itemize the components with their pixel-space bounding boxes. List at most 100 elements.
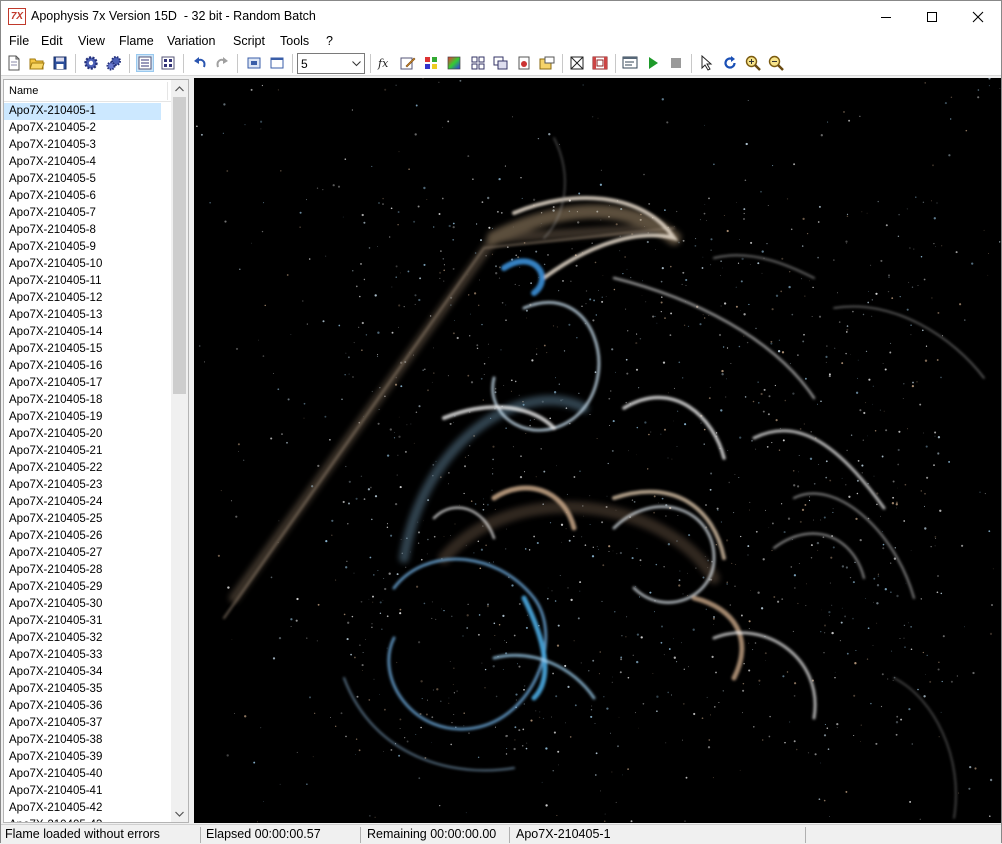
preview-window-button[interactable] xyxy=(268,54,286,72)
menu-file[interactable]: File xyxy=(9,34,29,48)
adjust-button[interactable] xyxy=(422,54,440,72)
list-scrollbar[interactable] xyxy=(171,80,188,822)
variations-button[interactable]: fx xyxy=(376,54,394,72)
flame-list-item[interactable]: Apo7X-210405-15 xyxy=(4,341,161,358)
flame-list-item[interactable]: Apo7X-210405-14 xyxy=(4,324,161,341)
select-tool-button[interactable] xyxy=(698,54,716,72)
scroll-up-button[interactable] xyxy=(171,80,188,97)
flame-list-item[interactable]: Apo7X-210405-12 xyxy=(4,290,161,307)
thumbnail-view-button[interactable] xyxy=(159,54,177,72)
open-button[interactable] xyxy=(28,54,46,72)
flame-list-item[interactable]: Apo7X-210405-38 xyxy=(4,732,161,749)
flame-list-item[interactable]: Apo7X-210405-24 xyxy=(4,494,161,511)
zoom-in-tool-button[interactable] xyxy=(744,54,762,72)
menu-bar: File Edit View Flame Variation Script To… xyxy=(1,32,1001,51)
gears-icon xyxy=(106,56,121,71)
chevron-down-icon xyxy=(175,811,184,817)
copy-flames-button[interactable] xyxy=(492,54,510,72)
mutate-button[interactable] xyxy=(469,54,487,72)
flame-list-item[interactable]: Apo7X-210405-19 xyxy=(4,409,161,426)
menu-edit[interactable]: Edit xyxy=(41,34,63,48)
transparency-button[interactable] xyxy=(568,54,586,72)
status-elapsed: Elapsed 00:00:00.57 xyxy=(206,827,321,841)
flame-list-item[interactable]: Apo7X-210405-25 xyxy=(4,511,161,528)
flame-list-item[interactable]: Apo7X-210405-35 xyxy=(4,681,161,698)
fullscreen-icon xyxy=(247,57,261,69)
menu-flame[interactable]: Flame xyxy=(119,34,154,48)
flame-list-item[interactable]: Apo7X-210405-39 xyxy=(4,749,161,766)
title-bar[interactable]: 7X Apophysis 7x Version 15D - 32 bit - R… xyxy=(1,1,1001,32)
film-button[interactable] xyxy=(591,54,609,72)
flame-list-item[interactable]: Apo7X-210405-20 xyxy=(4,426,161,443)
flame-list-item[interactable]: Apo7X-210405-23 xyxy=(4,477,161,494)
flame-list-item[interactable]: Apo7X-210405-31 xyxy=(4,613,161,630)
film-icon xyxy=(592,56,608,70)
flame-list-item[interactable]: Apo7X-210405-26 xyxy=(4,528,161,545)
flame-list-item[interactable]: Apo7X-210405-17 xyxy=(4,375,161,392)
batch-render-button[interactable] xyxy=(105,54,123,72)
redo-button[interactable] xyxy=(213,54,231,72)
editor-button[interactable] xyxy=(399,54,417,72)
flame-list-item[interactable]: Apo7X-210405-6 xyxy=(4,188,161,205)
flame-list-item[interactable]: Apo7X-210405-1 xyxy=(4,103,161,120)
script-editor-button[interactable] xyxy=(621,54,639,72)
flame-list-item[interactable]: Apo7X-210405-10 xyxy=(4,256,161,273)
new-button[interactable] xyxy=(5,54,23,72)
zoom-out-tool-button[interactable] xyxy=(767,54,785,72)
flame-list-item[interactable]: Apo7X-210405-30 xyxy=(4,596,161,613)
menu-variation[interactable]: Variation xyxy=(167,34,215,48)
menu-view[interactable]: View xyxy=(78,34,105,48)
flame-list-item[interactable]: Apo7X-210405-22 xyxy=(4,460,161,477)
flame-list-item[interactable]: Apo7X-210405-32 xyxy=(4,630,161,647)
quality-combo-value: 5 xyxy=(301,57,308,71)
fullscreen-button[interactable] xyxy=(245,54,263,72)
quality-combo[interactable]: 5 xyxy=(297,53,365,74)
flame-preview-canvas[interactable] xyxy=(194,78,1001,823)
pointer-icon xyxy=(701,55,713,71)
flame-list-item[interactable]: Apo7X-210405-18 xyxy=(4,392,161,409)
render-settings-button[interactable] xyxy=(82,54,100,72)
flame-list-item[interactable]: Apo7X-210405-42 xyxy=(4,800,161,817)
flame-list-item[interactable]: Apo7X-210405-33 xyxy=(4,647,161,664)
flame-list-item[interactable]: Apo7X-210405-21 xyxy=(4,443,161,460)
undo-button[interactable] xyxy=(191,54,209,72)
flame-list-item[interactable]: Apo7X-210405-40 xyxy=(4,766,161,783)
flame-list-item[interactable]: Apo7X-210405-3 xyxy=(4,137,161,154)
app-logo-icon[interactable]: 7X xyxy=(8,8,26,25)
gradient-button[interactable] xyxy=(445,54,463,72)
save-button[interactable] xyxy=(51,54,69,72)
flame-list-item[interactable]: Apo7X-210405-4 xyxy=(4,154,161,171)
flame-list-item[interactable]: Apo7X-210405-5 xyxy=(4,171,161,188)
flame-list-item[interactable]: Apo7X-210405-29 xyxy=(4,579,161,596)
menu-help[interactable]: ? xyxy=(326,34,333,48)
scroll-down-button[interactable] xyxy=(171,805,188,822)
flame-list-item[interactable]: Apo7X-210405-37 xyxy=(4,715,161,732)
list-view-button[interactable] xyxy=(136,54,154,72)
flame-list-item[interactable]: Apo7X-210405-11 xyxy=(4,273,161,290)
flame-list-item[interactable]: Apo7X-210405-41 xyxy=(4,783,161,800)
flame-list-item[interactable]: Apo7X-210405-27 xyxy=(4,545,161,562)
close-button[interactable] xyxy=(955,1,1001,32)
flame-list-item[interactable]: Apo7X-210405-43 xyxy=(4,817,161,822)
flame-list-item[interactable]: Apo7X-210405-2 xyxy=(4,120,161,137)
flame-list-item[interactable]: Apo7X-210405-7 xyxy=(4,205,161,222)
flame-list-item[interactable]: Apo7X-210405-8 xyxy=(4,222,161,239)
options-button[interactable] xyxy=(538,54,556,72)
menu-script[interactable]: Script xyxy=(233,34,265,48)
render-to-disk-button[interactable] xyxy=(515,54,533,72)
menu-tools[interactable]: Tools xyxy=(280,34,309,48)
flame-list-item[interactable]: Apo7X-210405-16 xyxy=(4,358,161,375)
copy-flames-icon xyxy=(493,56,508,70)
minimize-button[interactable] xyxy=(863,1,909,32)
run-script-button[interactable] xyxy=(644,54,662,72)
flame-list-item[interactable]: Apo7X-210405-9 xyxy=(4,239,161,256)
list-column-header[interactable]: Name xyxy=(4,80,171,102)
maximize-button[interactable] xyxy=(909,1,955,32)
flame-list-item[interactable]: Apo7X-210405-13 xyxy=(4,307,161,324)
scroll-thumb[interactable] xyxy=(173,97,186,394)
rotate-tool-button[interactable] xyxy=(721,54,739,72)
flame-list-item[interactable]: Apo7X-210405-28 xyxy=(4,562,161,579)
flame-list-item[interactable]: Apo7X-210405-36 xyxy=(4,698,161,715)
flame-list-item[interactable]: Apo7X-210405-34 xyxy=(4,664,161,681)
stop-script-button[interactable] xyxy=(667,54,685,72)
